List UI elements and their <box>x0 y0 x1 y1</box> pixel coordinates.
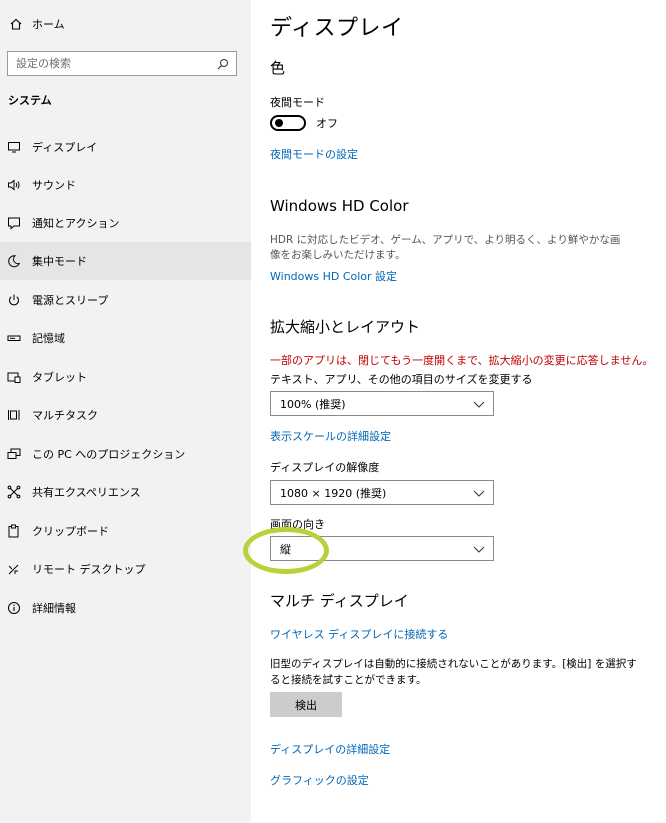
home-icon <box>8 16 24 32</box>
notification-icon <box>7 216 21 230</box>
multitask-icon <box>7 408 21 422</box>
sidebar-item-label: 電源とスリープ <box>32 294 109 307</box>
multi-display-heading: マルチ ディスプレイ <box>270 592 409 610</box>
scale-label: テキスト、アプリ、その他の項目のサイズを変更する <box>270 373 533 386</box>
graphics-settings-link[interactable]: グラフィックの設定 <box>270 772 369 788</box>
search-icon[interactable] <box>216 57 230 71</box>
shared-experience-icon <box>7 485 21 499</box>
sidebar-item-label: サウンド <box>32 179 76 192</box>
sidebar-item-label: クリップボード <box>32 525 109 538</box>
sidebar-item-display[interactable]: ディスプレイ <box>0 128 251 166</box>
section-title-system: システム <box>8 94 52 107</box>
sidebar-item-label: 通知とアクション <box>32 217 120 230</box>
night-mode-state: オフ <box>316 117 338 130</box>
remote-desktop-icon <box>7 562 21 576</box>
orientation-value: 縦 <box>280 542 291 556</box>
sidebar-item-storage[interactable]: 記憶域 <box>0 319 251 357</box>
monitor-icon <box>7 140 21 154</box>
sidebar-item-label: 詳細情報 <box>32 602 76 615</box>
scale-value: 100% (推奨) <box>280 397 346 411</box>
home-label: ホーム <box>32 18 65 31</box>
hd-color-heading: Windows HD Color <box>270 197 409 215</box>
sidebar-item-multitasking[interactable]: マルチタスク <box>0 396 251 434</box>
chevron-down-icon <box>473 401 485 408</box>
power-icon <box>7 293 21 307</box>
sidebar-item-label: 集中モード <box>32 255 87 268</box>
sidebar-item-label: リモート デスクトップ <box>32 563 146 576</box>
sidebar-item-sound[interactable]: サウンド <box>0 166 251 204</box>
scale-layout-heading: 拡大縮小とレイアウト <box>270 318 421 336</box>
moon-icon <box>7 254 21 268</box>
advanced-scaling-link[interactable]: 表示スケールの詳細設定 <box>270 428 391 444</box>
storage-icon <box>7 331 21 345</box>
sidebar-item-focus-assist[interactable]: 集中モード <box>0 242 251 280</box>
sidebar-item-tablet[interactable]: タブレット <box>0 358 251 396</box>
home-nav-item[interactable]: ホーム <box>8 14 65 34</box>
scale-warning: 一部のアプリは、閉じてもう一度開くまで、拡大縮小の変更に応答しません。 <box>270 354 654 367</box>
hd-color-settings-link[interactable]: Windows HD Color 設定 <box>270 268 397 284</box>
chevron-down-icon <box>473 490 485 497</box>
toggle-knob <box>275 119 283 127</box>
sidebar-item-clipboard[interactable]: クリップボード <box>0 512 251 550</box>
orientation-dropdown[interactable]: 縦 <box>270 536 494 561</box>
tablet-icon <box>7 370 21 384</box>
sidebar-item-notifications[interactable]: 通知とアクション <box>0 204 251 242</box>
color-heading: 色 <box>270 59 286 77</box>
projection-icon <box>7 447 21 461</box>
night-mode-toggle-row: オフ <box>270 115 338 131</box>
sidebar-item-label: 記憶域 <box>32 332 65 345</box>
sidebar: ホーム システム ディスプレイ サウンド 通知とアクション 集中モード <box>0 0 251 823</box>
sidebar-item-label: マルチタスク <box>32 409 98 422</box>
advanced-display-settings-link[interactable]: ディスプレイの詳細設定 <box>270 741 390 757</box>
resolution-value: 1080 × 1920 (推奨) <box>280 486 387 500</box>
scale-dropdown[interactable]: 100% (推奨) <box>270 391 494 416</box>
sidebar-item-label: ディスプレイ <box>32 141 98 154</box>
resolution-dropdown[interactable]: 1080 × 1920 (推奨) <box>270 480 494 505</box>
chevron-down-icon <box>473 546 485 553</box>
sidebar-item-power[interactable]: 電源とスリープ <box>0 281 251 319</box>
detect-button[interactable]: 検出 <box>270 692 342 717</box>
night-mode-settings-link[interactable]: 夜間モードの設定 <box>270 146 358 162</box>
detect-description: 旧型のディスプレイは自動的に接続されないことがあります。[検出] を選択すると接… <box>270 658 637 686</box>
info-icon <box>7 601 21 615</box>
sidebar-item-label: 共有エクスペリエンス <box>32 486 141 499</box>
main-content: ディスプレイ 色 夜間モード オフ 夜間モードの設定 Windows HD Co… <box>270 0 666 823</box>
orientation-label: 画面の向き <box>270 518 325 531</box>
sidebar-item-about[interactable]: 詳細情報 <box>0 589 251 627</box>
settings-search-box[interactable] <box>7 51 237 76</box>
sidebar-item-label: タブレット <box>32 371 87 384</box>
speaker-icon <box>7 178 21 192</box>
wireless-display-link[interactable]: ワイヤレス ディスプレイに接続する <box>270 626 448 642</box>
hd-color-description: HDR に対応したビデオ、ゲーム、アプリで、より明るく、より鮮やかな画像をお楽し… <box>270 234 621 261</box>
resolution-label: ディスプレイの解像度 <box>270 461 380 474</box>
search-input[interactable] <box>16 57 216 70</box>
night-mode-label: 夜間モード <box>270 96 325 109</box>
clipboard-icon <box>7 524 21 538</box>
page-title: ディスプレイ <box>270 16 404 41</box>
night-mode-toggle[interactable] <box>270 115 306 131</box>
sidebar-item-label: この PC へのプロジェクション <box>32 448 186 461</box>
sidebar-item-projection[interactable]: この PC へのプロジェクション <box>0 435 251 473</box>
sidebar-item-remote-desktop[interactable]: リモート デスクトップ <box>0 550 251 588</box>
sidebar-item-shared-experiences[interactable]: 共有エクスペリエンス <box>0 473 251 511</box>
